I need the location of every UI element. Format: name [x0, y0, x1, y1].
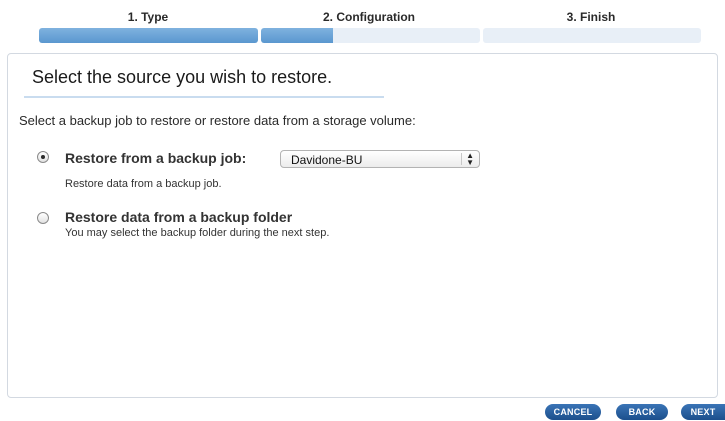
restore-wizard: 1. Type 2. Configuration 3. Finish Selec…: [0, 0, 725, 421]
backup-job-select-value: Davidone-BU: [291, 153, 363, 167]
step-configuration-bar-remaining: [333, 28, 480, 43]
select-divider: [461, 153, 462, 165]
up-down-arrows-icon: ▲ ▼: [466, 151, 474, 167]
backup-job-select[interactable]: Davidone-BU ▲ ▼: [280, 150, 480, 168]
option-backup-folder-title[interactable]: Restore data from a backup folder: [65, 209, 292, 225]
title-divider: [24, 96, 384, 98]
back-button[interactable]: BACK: [616, 404, 668, 420]
content-panel: Select the source you wish to restore. S…: [7, 53, 718, 398]
radio-unchecked-icon[interactable]: [37, 212, 49, 224]
option-backup-job-title[interactable]: Restore from a backup job:: [65, 150, 246, 166]
step-finish-bar: [483, 28, 701, 43]
option-backup-folder-description: You may select the backup folder during …: [65, 227, 330, 239]
option-backup-job-description: Restore data from a backup job.: [65, 178, 222, 190]
step-configuration-bar-filled: [261, 28, 333, 43]
step-type-label: 1. Type: [127, 10, 169, 24]
step-type-bar: [39, 28, 258, 43]
wizard-stepper: 1. Type 2. Configuration 3. Finish: [0, 0, 725, 46]
step-finish-label: 3. Finish: [566, 10, 616, 24]
radio-checked-icon[interactable]: [37, 151, 49, 163]
next-button[interactable]: NEXT: [681, 404, 725, 420]
page-title: Select the source you wish to restore.: [32, 67, 333, 87]
instruction-text: Select a backup job to restore or restor…: [19, 113, 416, 128]
cancel-button[interactable]: CANCEL: [545, 404, 601, 420]
step-configuration-label: 2. Configuration: [323, 10, 415, 24]
